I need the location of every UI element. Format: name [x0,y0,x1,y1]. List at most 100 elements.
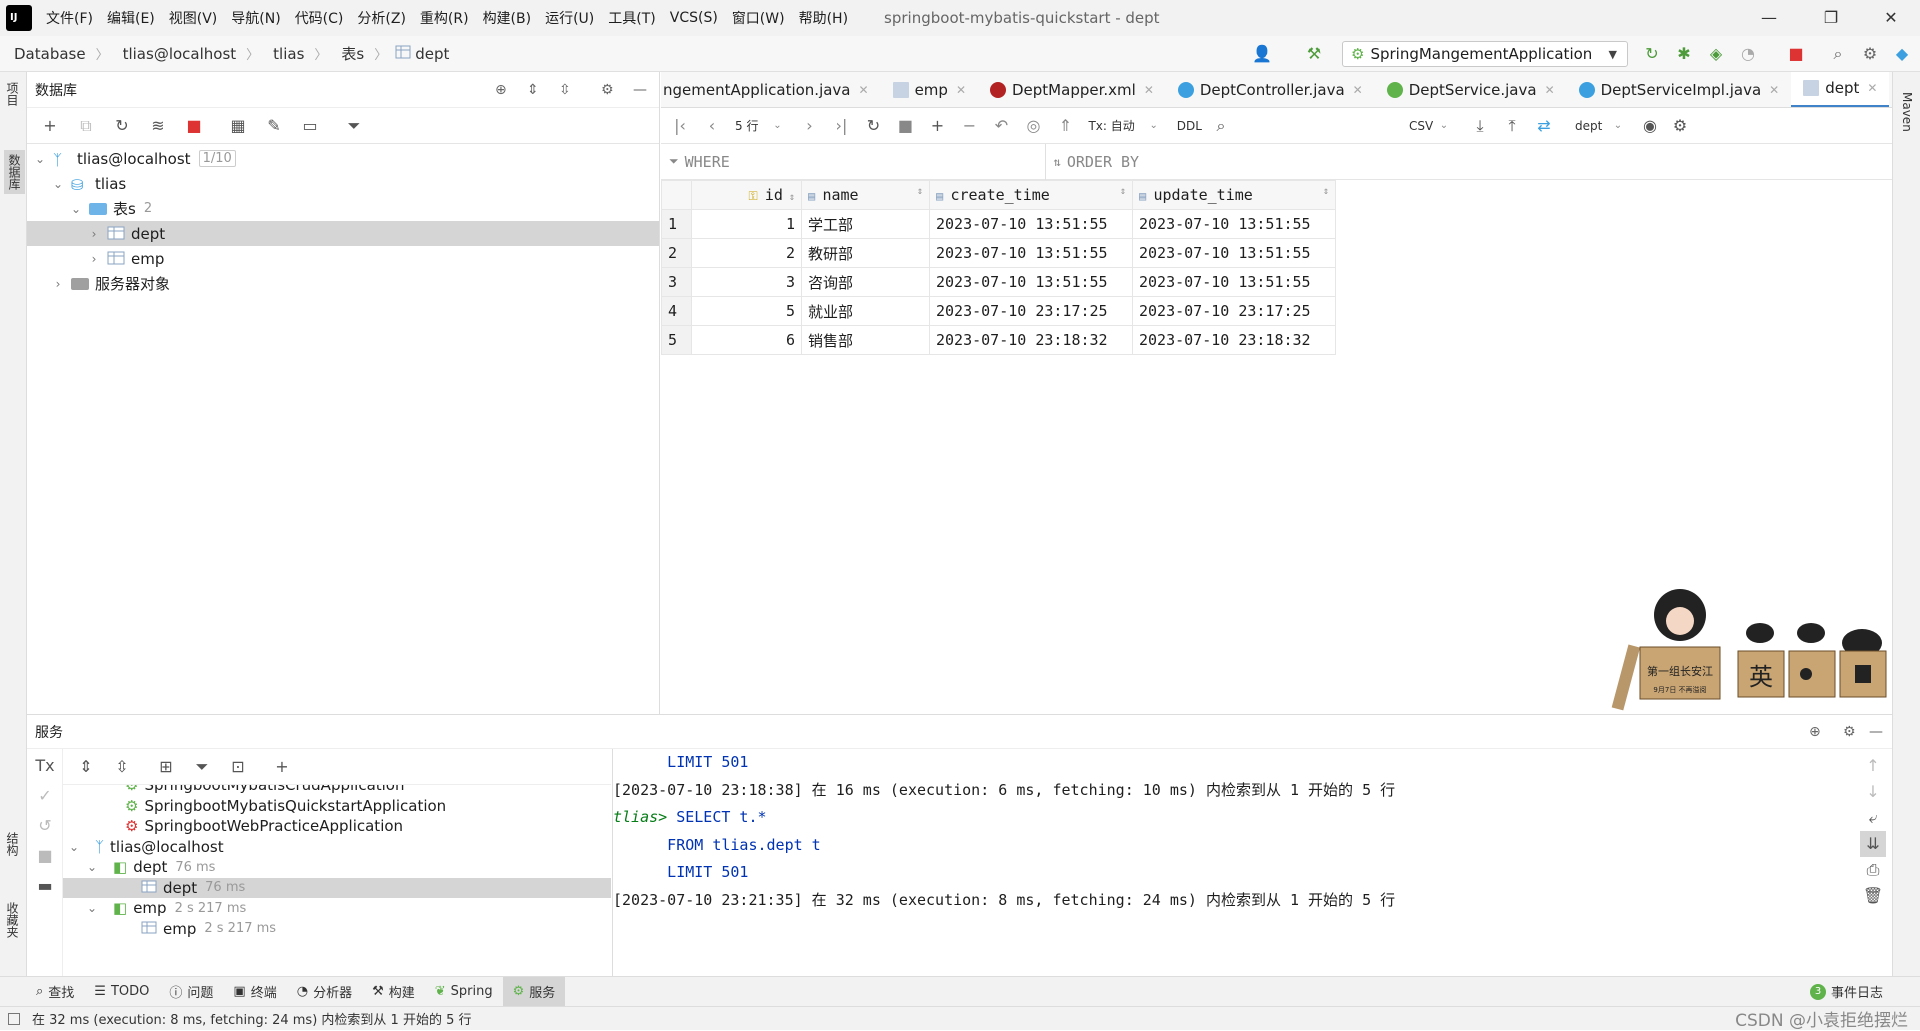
minimize-icon[interactable]: — [1746,0,1792,36]
menu-analyze[interactable]: 分析(Z) [357,8,406,28]
collapse-all-icon[interactable]: ⇳ [559,82,571,98]
search-icon[interactable]: ⌕ [1826,42,1850,66]
column-header-id[interactable]: ⚿ id ⇕ [691,180,802,210]
where-filter-input[interactable]: WHERE [685,153,1045,171]
prev-page-icon[interactable]: ‹ [699,114,725,138]
menu-vcs[interactable]: VCS(S) [670,10,718,26]
debug-icon[interactable]: ✱ [1672,42,1696,66]
cell-update-time[interactable]: 2023-07-10 23:17:25 [1132,296,1336,326]
profile-icon[interactable]: ◔ [1736,42,1760,66]
add-service-icon[interactable]: + [269,754,295,780]
tab-deptcontroller-java[interactable]: DeptController.java ✕ [1166,72,1375,107]
services-tool-button[interactable]: ⚙ 服务 [502,976,566,1007]
table-view-icon[interactable]: ▦ [225,113,251,139]
cell-name[interactable]: 销售部 [801,325,930,355]
expand-all-icon[interactable]: ⇕ [527,82,539,98]
tab-emp[interactable]: emp ✕ [881,72,978,107]
tab-dept[interactable]: dept ✕ [1791,72,1890,107]
spring-tool-button[interactable]: ❦ Spring [425,977,503,1007]
menu-code[interactable]: 代码(C) [295,8,344,28]
chevron-down-icon[interactable]: ⌄ [33,152,47,166]
cell-name[interactable]: 就业部 [801,296,930,326]
delete-row-icon[interactable]: − [956,114,982,138]
first-page-icon[interactable]: |‹ [667,114,693,138]
panel-settings-icon[interactable]: ⚙ [601,82,614,98]
service-item[interactable]: ⚙ SpringbootMybatisCrudApplication [63,785,611,796]
close-tab-icon[interactable]: ✕ [1545,83,1555,97]
settings-gear-icon[interactable]: ⚙ [1858,42,1882,66]
schema-settings-icon[interactable]: ≋ [145,113,171,139]
cell-id[interactable]: 5 [691,296,802,326]
cell-create-time[interactable]: 2023-07-10 13:51:55 [929,238,1133,268]
view-eye-icon[interactable]: ◉ [1637,114,1663,138]
rerun-icon[interactable]: ↻ [1640,42,1664,66]
breadcrumb-tables[interactable]: 表s [341,43,364,64]
close-tab-icon[interactable]: ✕ [956,83,966,97]
grid-settings-icon[interactable]: ⚙ [1667,114,1693,138]
tab-deptserviceimpl-java[interactable]: DeptServiceImpl.java ✕ [1567,72,1792,107]
tree-schema[interactable]: ⌄ ⛁ tlias [27,171,659,196]
close-tab-icon[interactable]: ✕ [859,83,869,97]
menu-navigate[interactable]: 导航(N) [231,8,280,28]
tree-table-emp[interactable]: › emp [27,246,659,271]
close-tab-icon[interactable]: ✕ [1144,83,1154,97]
breadcrumb-database[interactable]: Database [14,45,86,63]
scroll-up-icon[interactable]: ↑ [1860,753,1886,779]
import-upload-icon[interactable]: ⤒ [1499,114,1525,138]
service-item[interactable]: dept 76 ms [63,877,611,898]
tree-table-dept[interactable]: › dept [27,221,659,246]
structure-tool-label[interactable]: 结构 [4,832,21,856]
cell-update-time[interactable]: 2023-07-10 13:51:55 [1132,267,1336,297]
layout-icon[interactable]: ▬ [32,873,58,899]
service-item[interactable]: ⌄ ◧ dept 76 ms [63,857,611,878]
terminal-tool-button[interactable]: ▣ 终端 [223,977,286,1007]
event-log-button[interactable]: 3 事件日志 [1800,977,1893,1007]
chevron-down-icon[interactable]: ⌄ [69,202,83,216]
filter-icon[interactable]: ⏷ [341,113,367,139]
table-row[interactable]: 1 1 学工部 2023-07-10 13:51:55 2023-07-10 1… [661,209,1336,239]
chevron-down-icon[interactable]: ⌄ [85,901,99,915]
profiler-tool-button[interactable]: ◔ 分析器 [287,977,362,1007]
column-header-name[interactable]: ▤ name ⇕ [801,180,930,210]
revert-icon[interactable]: ↶ [988,114,1014,138]
stop-icon[interactable]: ■ [1784,42,1808,66]
clear-trash-icon[interactable]: 🗑 [1860,883,1886,909]
query-console-icon[interactable]: ▭ [297,113,323,139]
reload-icon[interactable]: ↻ [860,114,886,138]
service-item[interactable]: ⌄ ◧ emp 2 s 217 ms [63,898,611,919]
close-icon[interactable]: ✕ [1868,0,1914,36]
last-page-icon[interactable]: ›| [828,114,854,138]
build-tool-button[interactable]: ⚒ 构建 [362,977,425,1007]
menu-refactor[interactable]: 重构(R) [420,8,469,28]
cell-update-time[interactable]: 2023-07-10 23:18:32 [1132,325,1336,355]
chevron-down-icon[interactable]: ⌄ [67,840,81,854]
maven-tool-label[interactable]: Maven [1900,92,1914,132]
collapse-all-icon[interactable]: ⇳ [109,754,135,780]
restore-icon[interactable]: ❐ [1808,0,1854,36]
column-header-update-time[interactable]: ▤ update_time ⇕ [1132,180,1336,210]
breadcrumb-host[interactable]: tlias@localhost [123,45,237,63]
print-icon[interactable]: ⎙ [1860,857,1886,883]
locate-icon[interactable]: ⊕ [1809,724,1821,740]
filter-icon[interactable]: ⏷ [189,754,215,780]
hide-panel-icon[interactable]: — [1869,724,1883,740]
toolbox-icon[interactable]: ◆ [1890,42,1914,66]
menu-file[interactable]: 文件(F) [46,8,93,28]
cell-id[interactable]: 2 [691,238,802,268]
tab-application-java[interactable]: ngementApplication.java ✕ [661,72,881,107]
breadcrumb-table[interactable]: dept [415,45,449,63]
intellij-logo-icon[interactable] [6,5,32,31]
tabs-overflow-chevron-icon[interactable]: ⌄ [1889,72,1892,107]
submit-icon[interactable]: ⇑ [1052,114,1078,138]
preview-pending-icon[interactable]: ◎ [1020,114,1046,138]
add-icon[interactable]: + [37,113,63,139]
project-tool-label[interactable]: 项目 [4,82,21,106]
soft-wrap-icon[interactable]: ⤶ [1860,805,1886,831]
scroll-to-end-icon[interactable]: ⇊ [1860,831,1886,857]
column-header-create-time[interactable]: ▤ create_time ⇕ [929,180,1133,210]
export-download-icon[interactable]: ⤓ [1467,114,1493,138]
menu-run[interactable]: 运行(U) [545,8,594,28]
order-by-input[interactable]: ORDER BY [1067,153,1139,171]
chevron-down-icon[interactable]: ⌄ [85,860,99,874]
locate-icon[interactable]: ⊕ [495,82,507,98]
